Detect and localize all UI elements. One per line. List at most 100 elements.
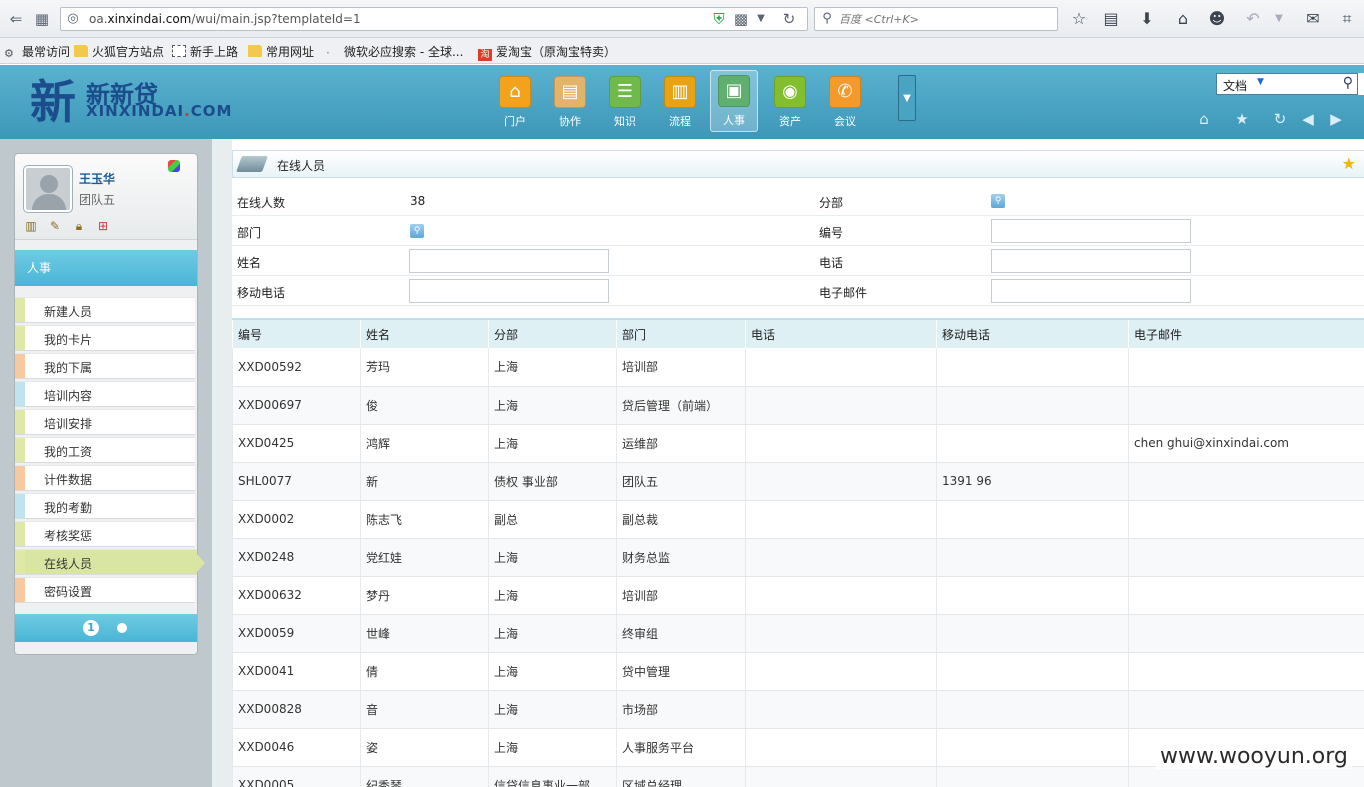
home-icon[interactable]: ⌂ [1172, 8, 1194, 30]
cell-name[interactable]: 倩 [360, 652, 489, 691]
browser-search-input[interactable] [839, 10, 1049, 28]
cell-name[interactable]: 姿 [360, 728, 489, 767]
cell-name[interactable]: 俊 [360, 386, 489, 425]
address-bar[interactable]: ◎ oa.xinxindai.com/wui/main.jsp?template… [60, 7, 808, 31]
column-header-code[interactable]: 编号 [232, 318, 361, 348]
cell-name[interactable]: 纪秀琴 [360, 766, 489, 787]
favorite-star-icon[interactable]: ★ [1232, 109, 1252, 129]
sidebar-item-my-attendance[interactable]: 我的考勤 [15, 493, 195, 519]
page-dot-1[interactable]: 1 [83, 620, 99, 636]
smiley-icon[interactable]: ☻ [1206, 8, 1228, 30]
table-row[interactable]: XXD00592 芳玛 上海 培训部 [232, 348, 1364, 387]
module-collaboration[interactable]: ▤ 协作 [546, 72, 594, 130]
table-row[interactable]: XXD0005 纪秀琴 信贷信息事业一部 区域总经理 [232, 766, 1364, 787]
bookmark-star-icon[interactable]: ☆ [1068, 8, 1090, 30]
column-header-name[interactable]: 姓名 [360, 318, 489, 348]
more-modules-button[interactable]: ▼ [898, 75, 916, 121]
chevron-down-icon[interactable]: ▼ [1257, 77, 1264, 87]
cell-name[interactable]: 鸿辉 [360, 424, 489, 463]
cell-name[interactable]: 梦丹 [360, 576, 489, 615]
bookmark-bing[interactable]: · 微软必应搜索 - 全球... [326, 43, 463, 60]
cell-name[interactable]: 党红娃 [360, 538, 489, 577]
download-icon[interactable]: ⬇ [1136, 8, 1158, 30]
table-row[interactable]: XXD0041 倩上海 贷中管理 [232, 652, 1364, 691]
dropdown-arrow-icon[interactable]: ▼ [751, 9, 771, 29]
sidebar-item-my-subordinates[interactable]: 我的下属 [15, 353, 195, 379]
column-header-dept[interactable]: 部门 [616, 318, 746, 348]
branch-browse-icon[interactable]: ⚲ [991, 194, 1005, 208]
bookmark-getting-started[interactable]: 新手上路 [172, 43, 238, 59]
cell-name[interactable]: 陈志飞 [360, 500, 489, 539]
table-row[interactable]: XXD0059 世峰 上海 终审组 [232, 614, 1364, 653]
home-icon[interactable]: ⌂ [1194, 109, 1214, 129]
qr-code-icon[interactable]: ▩ [731, 9, 751, 29]
sidebar-item-password-settings[interactable]: 密码设置 [15, 577, 195, 603]
table-row[interactable]: SHL0077 新债权 事业部 团队五 1391 96 [232, 462, 1364, 501]
theme-icon[interactable] [168, 160, 180, 172]
column-header-email[interactable]: 电子邮件 [1128, 318, 1364, 348]
note-edit-icon[interactable]: ✎ [47, 218, 63, 234]
back-icon[interactable]: ◀ [1298, 109, 1318, 129]
org-chart-icon[interactable]: ⊞ [95, 218, 111, 234]
bookmark-common-sites[interactable]: 常用网址 [248, 43, 314, 59]
sidebar-item-new-person[interactable]: 新建人员 [15, 297, 195, 323]
lock-icon[interactable]: 🔒︎ [71, 218, 87, 234]
page-dot-2[interactable] [117, 623, 127, 633]
chat-bubble-icon[interactable]: ✉ [1302, 8, 1324, 30]
cell-name[interactable]: 音 [360, 690, 489, 729]
browser-search-box[interactable]: ⚲ [814, 7, 1058, 31]
mobile-input[interactable] [409, 279, 609, 303]
table-row[interactable]: XXD0002 陈志飞 副总 副总裁 [232, 500, 1364, 539]
module-knowledge[interactable]: ☰ 知识 [601, 72, 649, 130]
cell-name[interactable]: 世峰 [360, 614, 489, 653]
table-row[interactable]: XXD00632 梦丹 上海 培训部 [232, 576, 1364, 615]
forward-icon[interactable]: ▶ [1326, 109, 1346, 129]
doc-search-type[interactable]: 文档 [1223, 77, 1247, 94]
sidebar-item-online-users[interactable]: 在线人员 [15, 549, 205, 575]
name-input[interactable] [409, 249, 609, 273]
table-row[interactable]: XXD0425 鸿辉 上海 运维部 chen ghui@xinxindai.com [232, 424, 1364, 463]
undo-icon[interactable]: ↶ [1242, 8, 1264, 30]
module-hr[interactable]: ▣ 人事 [710, 70, 758, 132]
crop-icon[interactable]: ⌗ [1336, 8, 1358, 30]
doc-search-box[interactable]: 文档 ▼ ⚲ [1216, 73, 1358, 95]
book-icon[interactable]: ▥ [23, 218, 39, 234]
module-portal[interactable]: ⌂ 门户 [491, 72, 539, 130]
sidebar-item-training-schedule[interactable]: 培训安排 [15, 409, 195, 435]
sidebar-item-piecework-data[interactable]: 计件数据 [15, 465, 195, 491]
bookmark-firefox-site[interactable]: 火狐官方站点 [74, 43, 164, 59]
sidebar-item-my-card[interactable]: 我的卡片 [15, 325, 195, 351]
cell-name[interactable]: 新 [360, 462, 489, 501]
module-assets[interactable]: ◉ 资产 [766, 72, 814, 130]
sidebar-item-assessment[interactable]: 考核奖惩 [15, 521, 195, 547]
sidebar-item-label: 我的考勤 [44, 501, 93, 515]
user-name[interactable]: 王玉华 [79, 170, 115, 187]
column-header-phone[interactable]: 电话 [745, 318, 937, 348]
module-workflow[interactable]: ▥ 流程 [656, 72, 704, 130]
table-row[interactable]: XXD00697 俊上海 贷后管理（前端） [232, 386, 1364, 425]
menu-grid-icon[interactable]: ▦ [32, 9, 52, 29]
code-input[interactable] [991, 219, 1191, 243]
email-input[interactable] [991, 279, 1191, 303]
phone-input[interactable] [991, 249, 1191, 273]
column-header-mobile[interactable]: 移动电话 [936, 318, 1129, 348]
dept-browse-icon[interactable]: ⚲ [410, 224, 424, 238]
favorite-star-icon[interactable]: ★ [1342, 154, 1356, 173]
bookmark-taobao[interactable]: 淘爱淘宝（原淘宝特卖） [478, 43, 616, 61]
bookmark-most-visited[interactable]: ⚙ 最常访问 [4, 43, 70, 60]
search-icon[interactable]: ⚲ [1343, 75, 1353, 91]
cell-name[interactable]: 芳玛 [360, 348, 489, 387]
reading-list-icon[interactable]: ▤ [1100, 8, 1122, 30]
refresh-icon[interactable]: ↻ [1270, 109, 1290, 129]
undo-dropdown-icon[interactable]: ▼ [1268, 8, 1290, 30]
table-row[interactable]: XXD0248 党红娃 上海 财务总监 [232, 538, 1364, 577]
sidebar-item-training-content[interactable]: 培训内容 [15, 381, 195, 407]
module-meeting[interactable]: ✆ 会议 [821, 72, 869, 130]
shield-check-icon[interactable]: ⛨ [709, 9, 729, 29]
reload-icon[interactable]: ↻ [779, 9, 799, 29]
table-row[interactable]: XXD00828 音上海 市场部 [232, 690, 1364, 729]
back-arrow-icon[interactable]: ⇐ [6, 9, 26, 29]
avatar[interactable] [24, 166, 72, 212]
sidebar-item-my-salary[interactable]: 我的工资 [15, 437, 195, 463]
column-header-branch[interactable]: 分部 [488, 318, 617, 348]
